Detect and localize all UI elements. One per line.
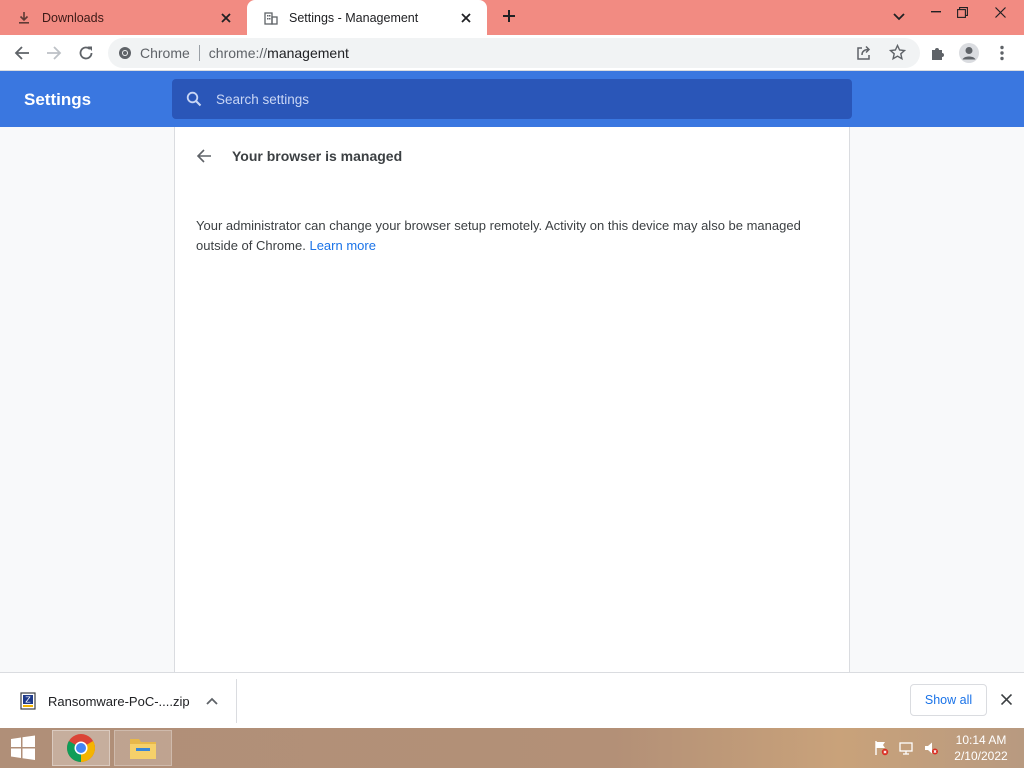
management-description: Your administrator can change your brows… — [196, 216, 826, 256]
network-icon[interactable] — [897, 740, 915, 756]
forward-button[interactable] — [40, 39, 68, 67]
tab-settings-management[interactable]: Settings - Management — [247, 0, 487, 35]
reload-button[interactable] — [72, 39, 100, 67]
taskbar-file-explorer-icon[interactable] — [114, 730, 172, 766]
description-text: Your administrator can change your brows… — [196, 218, 801, 253]
divider — [198, 45, 200, 61]
settings-header: Settings — [0, 71, 1024, 127]
restore-button[interactable] — [946, 0, 978, 24]
menu-kebab-icon[interactable] — [988, 39, 1016, 67]
browser-toolbar: Chrome chrome://management — [0, 35, 1024, 71]
building-icon — [263, 10, 279, 26]
tab-title: Settings - Management — [289, 10, 419, 25]
tab-search-chevron-icon[interactable] — [883, 5, 915, 29]
search-input[interactable] — [216, 91, 816, 107]
taskbar-chrome-icon[interactable] — [52, 730, 110, 766]
tab-strip: Downloads Settings - Management — [0, 0, 1024, 35]
learn-more-link[interactable]: Learn more — [309, 238, 375, 253]
new-tab-button[interactable] — [498, 6, 520, 28]
download-item[interactable]: Z Ransomware-PoC-....zip — [0, 679, 237, 723]
url-scheme: chrome:// — [208, 45, 268, 61]
tab-title: Downloads — [42, 10, 104, 25]
close-tab-icon[interactable] — [457, 9, 475, 27]
back-button[interactable] — [8, 39, 36, 67]
url-text: chrome://management — [209, 45, 349, 61]
chevron-up-icon[interactable] — [202, 691, 222, 711]
url-path: management — [267, 45, 349, 61]
zip-file-icon: Z — [20, 692, 36, 710]
action-center-flag-icon[interactable] — [872, 740, 890, 756]
extensions-puzzle-icon[interactable] — [924, 39, 952, 67]
show-all-button[interactable]: Show all — [910, 684, 987, 716]
tab-downloads[interactable]: Downloads — [0, 0, 247, 35]
settings-search-box[interactable] — [172, 79, 852, 119]
settings-title: Settings — [24, 90, 92, 109]
windows-start-icon[interactable] — [0, 728, 46, 768]
search-icon — [186, 91, 202, 107]
address-bar[interactable]: Chrome chrome://management — [108, 38, 920, 68]
clock-date: 2/10/2022 — [954, 749, 1008, 763]
download-filename: Ransomware-PoC-....zip — [48, 693, 190, 709]
close-window-button[interactable] — [984, 0, 1016, 24]
share-icon[interactable] — [856, 45, 872, 61]
site-label: Chrome — [140, 45, 190, 61]
clock-time: 10:14 AM — [955, 733, 1007, 747]
close-shelf-icon[interactable] — [996, 689, 1016, 709]
management-page-card: Your browser is managed Your administrat… — [174, 127, 850, 672]
page-title: Your browser is managed — [232, 148, 403, 164]
chrome-logo-icon — [118, 46, 132, 60]
download-shelf: Z Ransomware-PoC-....zip Show all — [0, 672, 1024, 728]
download-icon — [16, 10, 32, 26]
system-clock[interactable]: 10:14 AM 2/10/2022 — [942, 732, 1020, 764]
profile-avatar-icon[interactable] — [955, 39, 983, 67]
bookmark-star-icon[interactable] — [889, 44, 906, 61]
volume-muted-icon[interactable] — [922, 740, 940, 756]
close-tab-icon[interactable] — [217, 9, 235, 27]
windows-taskbar: 10:14 AM 2/10/2022 — [0, 728, 1024, 768]
site-info-chip[interactable]: Chrome — [118, 45, 190, 61]
back-arrow-icon[interactable] — [193, 145, 215, 167]
svg-text:Z: Z — [25, 696, 31, 705]
